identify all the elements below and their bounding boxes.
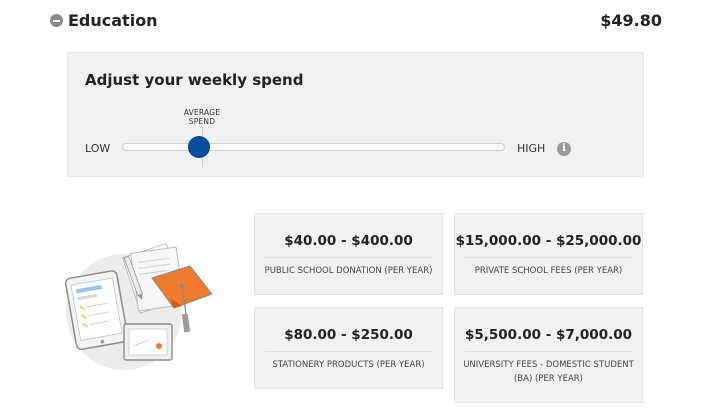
category-title: Education bbox=[68, 11, 158, 30]
card-price: $5,500.00 - $7,000.00 bbox=[464, 327, 633, 343]
card-price: $80.00 - $250.00 bbox=[284, 327, 413, 343]
card-description: STATIONERY PRODUCTS (PER YEAR) bbox=[272, 360, 425, 370]
card-price: $40.00 - $400.00 bbox=[284, 233, 413, 249]
average-spend-label: AVERAGE SPEND bbox=[183, 108, 221, 126]
expense-card-private-school: $15,000.00 - $25,000.00 PRIVATE SCHOOL F… bbox=[454, 213, 643, 295]
minus-circle-icon[interactable] bbox=[50, 14, 63, 27]
category-amount: $49.80 bbox=[600, 11, 662, 30]
low-label: LOW bbox=[85, 142, 111, 155]
spend-slider-thumb[interactable] bbox=[188, 137, 209, 157]
card-description: UNIVERSITY FEES - DOMESTIC STUDENT (BA) … bbox=[463, 360, 634, 384]
card-description: PRIVATE SCHOOL FEES (PER YEAR) bbox=[474, 266, 623, 276]
card-divider bbox=[265, 257, 432, 258]
card-divider bbox=[265, 351, 432, 352]
info-icon[interactable]: i bbox=[557, 142, 571, 156]
education-illustration bbox=[62, 236, 222, 376]
card-description: PUBLIC SCHOOL DONATION (PER YEAR) bbox=[264, 266, 433, 276]
card-divider bbox=[465, 257, 632, 258]
expense-card-public-school: $40.00 - $400.00 PUBLIC SCHOOL DONATION … bbox=[254, 213, 443, 295]
spend-slider-track[interactable] bbox=[122, 143, 505, 151]
expense-card-stationery: $80.00 - $250.00 STATIONERY PRODUCTS (PE… bbox=[254, 307, 443, 389]
card-price: $15,000.00 - $25,000.00 bbox=[455, 233, 642, 249]
adjust-spend-title: Adjust your weekly spend bbox=[85, 71, 304, 89]
adjust-spend-panel: Adjust your weekly spend AVERAGE SPEND LO… bbox=[67, 52, 644, 177]
high-label: HIGH bbox=[517, 142, 546, 155]
card-divider bbox=[465, 351, 632, 352]
category-header: Education $49.80 bbox=[50, 10, 662, 34]
expense-card-university: $5,500.00 - $7,000.00 UNIVERSITY FEES - … bbox=[454, 307, 643, 403]
